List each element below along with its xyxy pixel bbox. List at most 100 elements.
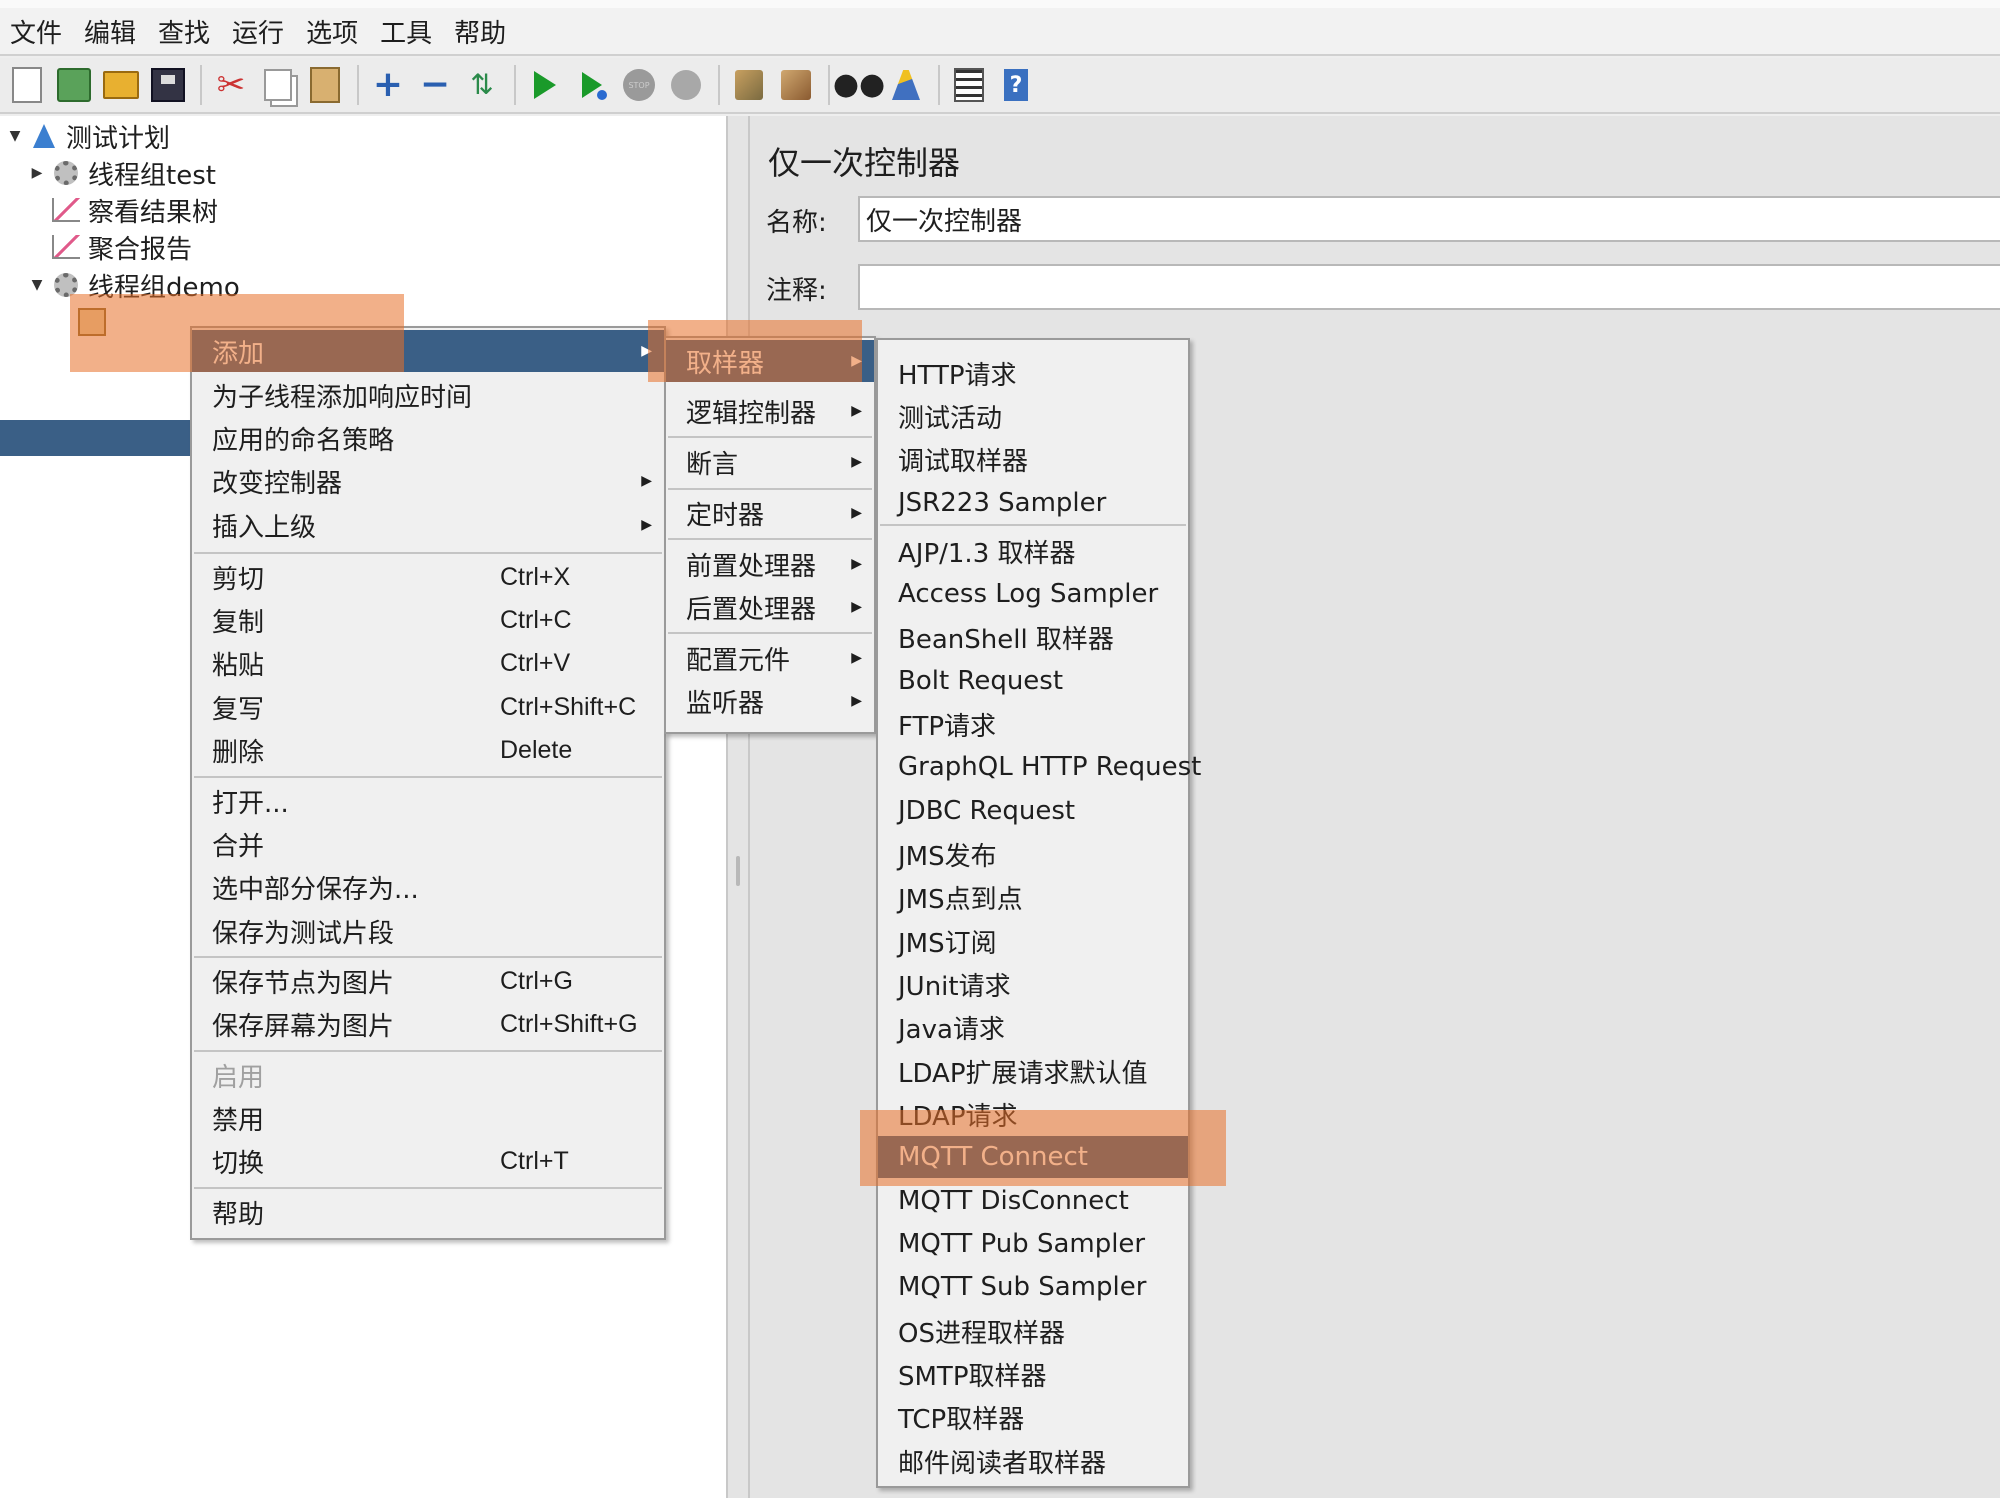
tree-node-thread-group-test[interactable]: ▶ 线程组test	[28, 155, 216, 191]
start-icon[interactable]	[526, 66, 564, 104]
menu-item-junit-request[interactable]: JUnit请求	[878, 963, 1188, 1005]
submenu-arrow-icon: ▶	[851, 599, 862, 615]
menu-separator	[668, 538, 872, 540]
menu-item-config-element[interactable]: 配置元件 ▶	[666, 637, 874, 679]
menu-item-mail-reader-sampler[interactable]: 邮件阅读者取样器	[878, 1440, 1188, 1482]
tree-node-test-plan[interactable]: ▼ 测试计划	[6, 118, 170, 154]
menu-tools[interactable]: 工具	[378, 13, 434, 50]
menu-item-jdbc-request[interactable]: JDBC Request	[878, 790, 1188, 832]
search-binoculars-icon[interactable]: ●●	[833, 66, 885, 104]
tree-node-thread-group-demo[interactable]: ▼ 线程组demo	[28, 267, 240, 303]
menu-item-pre-processor[interactable]: 前置处理器 ▶	[666, 543, 874, 585]
comment-input[interactable]	[858, 264, 2000, 310]
clear-all-icon[interactable]	[777, 66, 815, 104]
collapsed-arrow-icon[interactable]: ▶	[28, 165, 46, 181]
menu-item-merge[interactable]: 合并	[192, 823, 664, 865]
menu-item-jms-subscriber[interactable]: JMS订阅	[878, 920, 1188, 962]
menu-item-help[interactable]: 帮助	[192, 1191, 664, 1233]
menu-edit[interactable]: 编辑	[82, 13, 138, 50]
menu-options[interactable]: 选项	[304, 13, 360, 50]
menu-item-debug-sampler[interactable]: 调试取样器	[878, 438, 1188, 480]
menu-item-mqtt-connect[interactable]: MQTT Connect	[878, 1136, 1188, 1178]
menu-item-bolt-request[interactable]: Bolt Request	[878, 660, 1188, 702]
menu-item-insert-parent[interactable]: 插入上级 ▶	[192, 504, 664, 546]
menu-item-disable[interactable]: 禁用	[192, 1097, 664, 1139]
menu-item-copy[interactable]: 复制 Ctrl+C	[192, 599, 664, 641]
toolbar-separator	[718, 65, 720, 105]
flask-icon	[30, 122, 58, 150]
menu-item-access-log-sampler[interactable]: Access Log Sampler	[878, 573, 1188, 615]
split-pane-divider[interactable]	[728, 116, 750, 1498]
menu-item-http-request[interactable]: HTTP请求	[878, 352, 1188, 394]
menu-item-ftp-request[interactable]: FTP请求	[878, 703, 1188, 745]
expanded-arrow-icon[interactable]: ▼	[28, 277, 46, 293]
collapse-minus-icon[interactable]: −	[416, 66, 454, 104]
shutdown-icon[interactable]	[667, 66, 705, 104]
open-folder-icon[interactable]	[102, 66, 140, 104]
menu-item-smtp-sampler[interactable]: SMTP取样器	[878, 1353, 1188, 1395]
menu-item-naming-policy[interactable]: 应用的命名策略	[192, 417, 664, 459]
menu-item-os-process-sampler[interactable]: OS进程取样器	[878, 1310, 1188, 1352]
stop-icon[interactable]: STOP	[620, 66, 658, 104]
save-icon[interactable]	[149, 66, 187, 104]
menu-item-graphql-request[interactable]: GraphQL HTTP Request	[878, 746, 1201, 788]
menu-item-beanshell-sampler[interactable]: BeanShell 取样器	[878, 616, 1188, 658]
new-file-icon[interactable]	[8, 66, 46, 104]
menu-item-jsr223-sampler[interactable]: JSR223 Sampler	[878, 482, 1188, 524]
menu-item-tcp-sampler[interactable]: TCP取样器	[878, 1396, 1188, 1438]
menu-item-assertion[interactable]: 断言 ▶	[666, 441, 874, 483]
menu-item-timer[interactable]: 定时器 ▶	[666, 492, 874, 534]
menu-item-listener[interactable]: 监听器 ▶	[666, 680, 874, 722]
function-helper-list-icon[interactable]	[950, 66, 988, 104]
copy-icon[interactable]	[259, 66, 297, 104]
templates-icon[interactable]	[55, 66, 93, 104]
menu-help[interactable]: 帮助	[452, 13, 508, 50]
menu-item-open[interactable]: 打开...	[192, 780, 664, 822]
menu-run[interactable]: 运行	[230, 13, 286, 50]
expanded-arrow-icon[interactable]: ▼	[6, 128, 24, 144]
menu-item-ajp-sampler[interactable]: AJP/1.3 取样器	[878, 530, 1188, 572]
menu-item-sampler[interactable]: 取样器 ▶	[666, 340, 874, 382]
menu-search[interactable]: 查找	[156, 13, 212, 50]
tree-node-label: 测试计划	[66, 123, 171, 154]
paste-icon[interactable]	[306, 66, 344, 104]
tree-node-view-results-tree[interactable]: 察看结果树	[28, 192, 218, 228]
menu-item-test-action[interactable]: 测试活动	[878, 395, 1188, 437]
toolbar-separator	[357, 65, 359, 105]
menu-item-save-screen-image[interactable]: 保存屏幕为图片 Ctrl+Shift+G	[192, 1003, 664, 1045]
clear-icon[interactable]	[730, 66, 768, 104]
menu-item-jms-point-to-point[interactable]: JMS点到点	[878, 876, 1188, 918]
menu-item-java-request[interactable]: Java请求	[878, 1006, 1188, 1048]
menu-item-duplicate[interactable]: 复写 Ctrl+Shift+C	[192, 686, 664, 728]
menu-item-ldap-request[interactable]: LDAP请求	[878, 1093, 1188, 1135]
menu-item-save-node-image[interactable]: 保存节点为图片 Ctrl+G	[192, 960, 664, 1002]
menu-item-post-processor[interactable]: 后置处理器 ▶	[666, 586, 874, 628]
menu-item-paste[interactable]: 粘贴 Ctrl+V	[192, 642, 664, 684]
menu-item-mqtt-pub-sampler[interactable]: MQTT Pub Sampler	[878, 1223, 1188, 1265]
menu-item-toggle[interactable]: 切换 Ctrl+T	[192, 1140, 664, 1182]
start-no-pause-icon[interactable]	[573, 66, 611, 104]
menu-item-delete[interactable]: 删除 Delete	[192, 729, 664, 771]
tree-node-aggregate-report[interactable]: 聚合报告	[28, 229, 192, 265]
menu-item-mqtt-sub-sampler[interactable]: MQTT Sub Sampler	[878, 1266, 1188, 1308]
menu-file[interactable]: 文件	[8, 13, 64, 50]
menu-item-jms-publisher[interactable]: JMS发布	[878, 833, 1188, 875]
reset-search-broom-icon[interactable]	[887, 66, 925, 104]
cut-icon[interactable]: ✂	[212, 66, 250, 104]
menu-item-save-as-fragment[interactable]: 保存为测试片段	[192, 910, 664, 952]
sampler-submenu: HTTP请求 测试活动 调试取样器 JSR223 Sampler AJP/1.3…	[876, 338, 1201, 1488]
toggle-icon[interactable]: ⇅	[463, 66, 501, 104]
menu-item-add-think-time[interactable]: 为子线程添加响应时间	[192, 374, 664, 416]
menu-item-ldap-extended-defaults[interactable]: LDAP扩展请求默认值	[878, 1050, 1188, 1092]
splitter-grip[interactable]	[736, 856, 740, 886]
expand-plus-icon[interactable]: +	[369, 66, 407, 104]
menu-item-logic-controller[interactable]: 逻辑控制器 ▶	[666, 390, 874, 432]
name-input[interactable]	[858, 196, 2000, 242]
menu-item-add[interactable]: 添加 ▶	[192, 330, 664, 372]
menu-item-save-selection-as[interactable]: 选中部分保存为...	[192, 866, 664, 908]
menu-item-change-controller[interactable]: 改变控制器 ▶	[192, 460, 664, 502]
help-icon[interactable]: ?	[997, 66, 1035, 104]
menu-item-mqtt-disconnect[interactable]: MQTT DisConnect	[878, 1180, 1188, 1222]
menu-item-cut[interactable]: 剪切 Ctrl+X	[192, 556, 664, 598]
toolbar-separator	[200, 65, 202, 105]
